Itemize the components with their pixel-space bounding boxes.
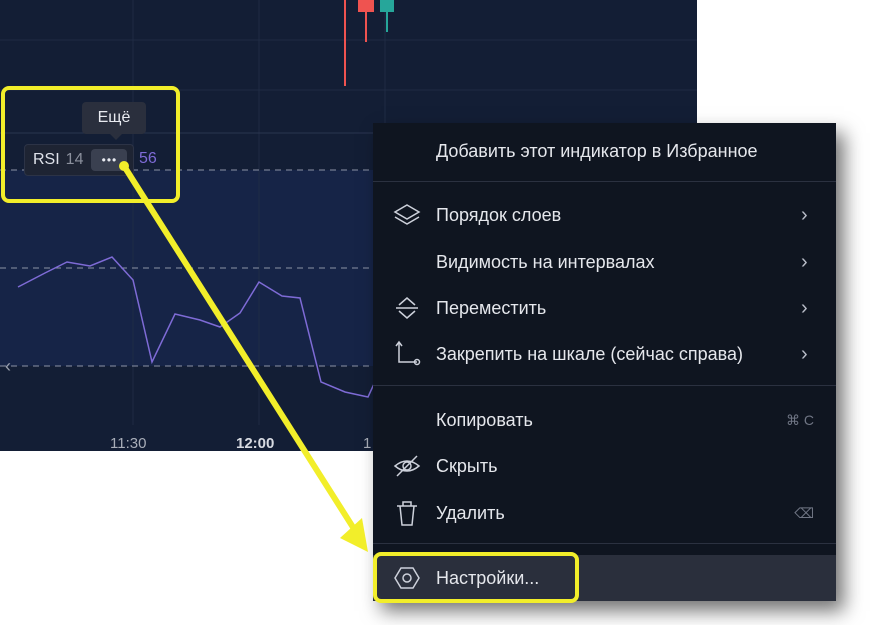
pointer-arrow [119, 161, 368, 552]
